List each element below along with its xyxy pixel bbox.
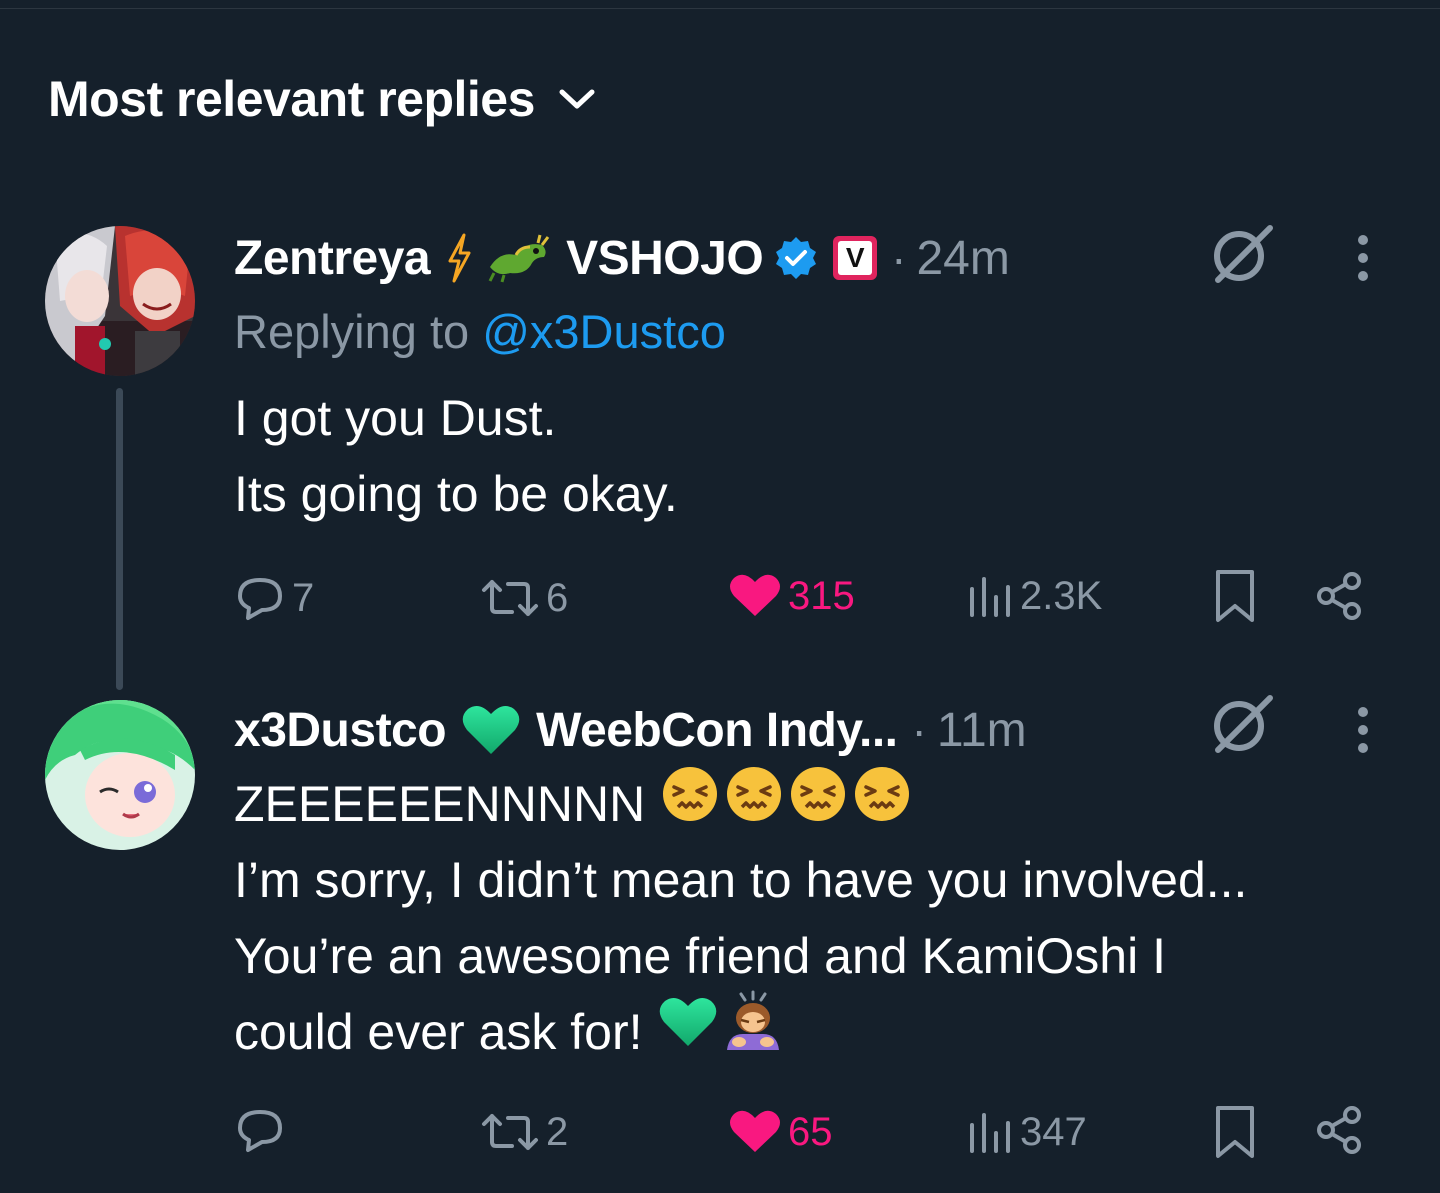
author-name-suffix[interactable]: WeebCon Indy...: [536, 703, 898, 758]
thread-connector-line: [116, 388, 123, 690]
views-count: 347: [1020, 1110, 1087, 1154]
text-line: Its going to be okay.: [234, 466, 678, 522]
more-options-icon[interactable]: [1350, 233, 1376, 288]
person-bowing-emoji: [721, 990, 785, 1075]
affiliate-badge-label: V: [845, 242, 865, 273]
heart-filled-icon: [730, 574, 780, 616]
views-count: 2.3K: [1020, 574, 1103, 618]
reply-icon: [238, 1110, 282, 1152]
share-icon: [1317, 572, 1361, 620]
author-name-suffix[interactable]: VSHOJO: [566, 231, 764, 286]
post-time[interactable]: 24m: [916, 231, 1009, 286]
affiliate-badge[interactable]: V: [833, 236, 878, 280]
confounded-face-emoji: [789, 765, 847, 844]
avatar-zentreya[interactable]: [45, 226, 195, 376]
repost-count: 6: [546, 575, 569, 620]
repost-icon: [482, 580, 538, 616]
repost-count: 2: [546, 1109, 569, 1154]
top-divider: [0, 8, 1440, 9]
heart-filled-icon: [730, 1110, 780, 1152]
like-button[interactable]: 315: [728, 572, 855, 620]
views-button[interactable]: 347: [964, 1110, 1087, 1155]
bookmark-icon: [1216, 570, 1254, 622]
reply-2-text: ZEEEEEENNNNN I’m sorry, I didn’t mean to…: [234, 766, 1247, 1070]
verified-badge-icon[interactable]: [773, 235, 819, 281]
lightning-emoji: [446, 233, 472, 283]
replying-to-mention[interactable]: @x3Dustco: [482, 305, 726, 358]
green-heart-emoji: [460, 702, 522, 758]
separator-dot: ·: [891, 232, 907, 284]
text-line-content: ZEEEEEENNNNN: [234, 776, 646, 832]
share-icon: [1317, 1106, 1361, 1154]
grok-icon[interactable]: [1206, 690, 1276, 765]
reply-sort-dropdown[interactable]: Most relevant replies: [48, 66, 597, 132]
grok-icon[interactable]: [1206, 220, 1276, 295]
replying-to: Replying to @x3Dustco: [234, 304, 726, 359]
views-icon: [970, 576, 1010, 617]
repost-icon: [482, 1114, 538, 1150]
confounded-face-emoji: [661, 765, 719, 844]
text-line-content: could ever ask for!: [234, 1004, 643, 1060]
replying-to-prefix: Replying to: [234, 305, 470, 358]
views-button[interactable]: 2.3K: [964, 574, 1102, 619]
text-line: I got you Dust.: [234, 390, 557, 446]
views-icon: [970, 1112, 1010, 1153]
bookmark-button[interactable]: [1212, 568, 1258, 624]
text-line-4: could ever ask for!: [234, 990, 1247, 1071]
reply-count: 7: [292, 575, 315, 620]
reply-1-header: Zentreya VSHOJO V · 24m: [234, 226, 1010, 290]
like-count: 315: [788, 573, 855, 618]
post-time[interactable]: 11m: [937, 703, 1027, 758]
author-display-name[interactable]: x3Dustco: [234, 703, 447, 758]
repost-button[interactable]: 6: [480, 574, 568, 622]
repost-button[interactable]: 2: [480, 1108, 568, 1156]
green-heart-emoji: [657, 994, 719, 1071]
dragon-emoji: [486, 233, 552, 283]
text-line-1: ZEEEEEENNNNN: [234, 766, 1247, 842]
share-button[interactable]: [1314, 1104, 1366, 1156]
chevron-down-icon: [557, 86, 597, 112]
reply-1-text: I got you Dust. Its going to be okay.: [234, 380, 678, 532]
more-options-icon[interactable]: [1350, 705, 1376, 760]
like-button[interactable]: 65: [728, 1108, 833, 1156]
confounded-face-emoji: [853, 765, 911, 844]
author-display-name[interactable]: Zentreya: [234, 231, 431, 286]
share-button[interactable]: [1314, 570, 1366, 622]
reply-button[interactable]: [234, 1106, 292, 1154]
reply-button[interactable]: 7: [234, 574, 314, 622]
bookmark-icon: [1216, 1106, 1254, 1158]
bookmark-button[interactable]: [1212, 1104, 1258, 1160]
reply-sort-label: Most relevant replies: [48, 71, 535, 127]
reply-icon: [238, 578, 282, 620]
text-line-2: I’m sorry, I didn’t mean to have you inv…: [234, 852, 1248, 908]
avatar-x3dustco[interactable]: [45, 700, 195, 850]
like-count: 65: [788, 1109, 833, 1154]
confounded-face-emoji: [725, 765, 783, 844]
text-line-3: You’re an awesome friend and KamiOshi I: [234, 928, 1167, 984]
reply-2-header: x3Dustco WeebCon Indy... · 11m: [234, 698, 1027, 762]
separator-dot: ·: [911, 704, 927, 756]
